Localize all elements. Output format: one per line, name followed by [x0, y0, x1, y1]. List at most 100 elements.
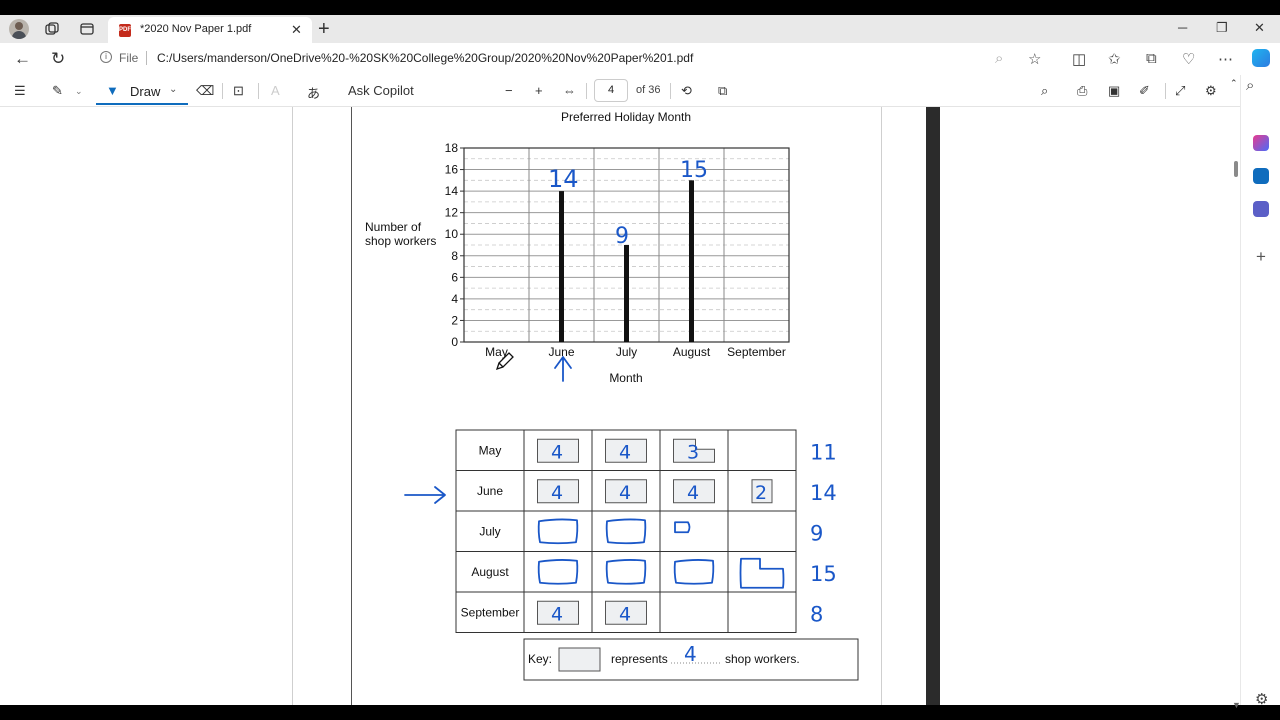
close-tab-icon[interactable]: ✕	[291, 22, 302, 38]
contents-icon[interactable]: ☰	[14, 83, 26, 99]
sidebar-search-icon[interactable]: ⌕	[1246, 77, 1254, 94]
tab-actions-icon[interactable]	[79, 21, 95, 37]
favorites-icon[interactable]: ✩	[1108, 50, 1121, 68]
symbol-value: 4	[551, 603, 563, 625]
highlight-chevron-icon[interactable]: ⌄	[75, 86, 83, 97]
url-divider	[146, 51, 147, 65]
drawn-symbol	[537, 559, 579, 585]
symbol-value: 4	[687, 482, 699, 504]
copilot-icon[interactable]	[1252, 49, 1270, 67]
table-row: September 4 4 8	[461, 600, 823, 626]
fit-to-width-icon[interactable]: ⇔	[563, 83, 576, 98]
zoom-out-button[interactable]: −	[505, 83, 513, 98]
x-tick-label: June	[548, 345, 574, 359]
find-icon[interactable]: ⌕	[1041, 83, 1048, 99]
row-total: 11	[810, 440, 837, 464]
eraser-icon[interactable]: ⌫	[196, 83, 214, 99]
save-icon[interactable]: ▣	[1108, 83, 1120, 99]
tab-pdf[interactable]: PDF *2020 Nov Paper 1.pdf ✕	[108, 17, 312, 43]
drawn-symbol	[739, 557, 785, 589]
symbol-value: 4	[619, 441, 631, 463]
split-screen-icon[interactable]: ◫	[1072, 50, 1086, 68]
chevron-down-icon[interactable]: ⌄	[169, 84, 177, 95]
teams-icon[interactable]	[1253, 201, 1269, 217]
x-tick-label: August	[673, 345, 711, 359]
divider	[222, 83, 223, 99]
rotate-icon[interactable]: ⟲	[681, 83, 692, 99]
bar-august	[689, 180, 694, 342]
chart-title: Preferred Holiday Month	[561, 110, 691, 124]
more-menu-icon[interactable]: ⋯	[1218, 50, 1233, 68]
page-view-icon[interactable]: ⧉	[718, 83, 727, 99]
print-icon[interactable]: ⎙	[1077, 83, 1087, 99]
month-label: August	[471, 565, 509, 579]
close-window-button[interactable]: ✕	[1254, 20, 1265, 36]
browser-window: PDF *2020 Nov Paper 1.pdf ✕ + ─ ❐ ✕ ← ↻ …	[0, 15, 1280, 710]
symbol-value: 4	[551, 482, 563, 504]
back-button[interactable]: ←	[14, 49, 31, 69]
y-axis-label-line2: shop workers	[365, 234, 436, 248]
sidebar-settings-icon[interactable]: ⚙	[1255, 690, 1268, 708]
table-row: July 9	[479, 518, 823, 545]
settings-icon[interactable]: ⚙	[1205, 83, 1217, 99]
add-sidebar-app-icon[interactable]: +	[1256, 247, 1266, 267]
browser-essentials-icon[interactable]: ♡	[1182, 50, 1195, 68]
save-as-icon[interactable]: ✐	[1139, 83, 1150, 99]
avatar[interactable]	[9, 19, 29, 39]
y-tick-label: 6	[451, 270, 458, 284]
y-tick-label: 18	[445, 141, 459, 155]
key-unit: shop workers.	[725, 652, 800, 666]
symbol-value: 2	[755, 482, 767, 504]
scrollbar-thumb[interactable]	[1234, 161, 1238, 177]
url-input[interactable]: C:/Users/manderson/OneDrive%20-%20SK%20C…	[157, 51, 693, 65]
ask-copilot-button[interactable]: Ask Copilot	[348, 83, 414, 98]
bar-chart: Preferred Holiday Month Number of shop w…	[365, 110, 790, 385]
symbol-value: 4	[619, 603, 631, 625]
collections-icon[interactable]: ⧉	[1146, 50, 1157, 67]
key-value: 4	[684, 642, 697, 666]
drawn-symbol	[605, 518, 647, 545]
draw-button[interactable]: ▼ Draw ⌄	[96, 78, 188, 105]
translate-icon[interactable]: あ	[307, 83, 320, 102]
text-box-icon[interactable]: ⊡	[233, 83, 244, 99]
y-axis-ticks: 0 2 4 6 8 10 12 14 16 18	[445, 141, 464, 349]
highlight-icon[interactable]: ✎	[52, 83, 63, 99]
y-tick-label: 14	[445, 184, 459, 198]
collapse-toolbar-icon[interactable]: ⌃	[1230, 78, 1238, 89]
document-viewer: Preferred Holiday Month Number of shop w…	[0, 107, 1240, 705]
annotation-august: 15	[680, 158, 708, 183]
zoom-in-button[interactable]: +	[535, 83, 543, 98]
key-label: Key:	[528, 652, 552, 666]
drawn-symbol	[537, 518, 579, 545]
divider	[670, 83, 671, 99]
info-icon[interactable]: i	[100, 51, 112, 63]
x-axis-ticks: May June July August September	[485, 345, 786, 359]
scroll-down-icon[interactable]: ▼	[1232, 700, 1241, 710]
new-tab-button[interactable]: +	[318, 18, 330, 41]
bar-june	[559, 191, 564, 342]
copilot-sidebar-icon[interactable]	[1253, 135, 1269, 151]
y-tick-label: 10	[445, 227, 459, 241]
month-label: September	[461, 605, 520, 619]
refresh-button[interactable]: ↻	[51, 49, 65, 69]
restore-button[interactable]: ❐	[1216, 20, 1228, 36]
address-bar: ← ↻ i File C:/Users/manderson/OneDrive%2…	[0, 43, 1280, 75]
minimize-button[interactable]: ─	[1178, 20, 1187, 35]
annotation-june: 14	[548, 165, 579, 193]
y-tick-label: 12	[445, 206, 459, 220]
outlook-icon[interactable]	[1253, 168, 1269, 184]
pictogram-table: May 4 4 3 11 June 4 4 4 2 14 July 9 August 15 September…	[404, 429, 859, 681]
workspaces-icon[interactable]	[44, 21, 60, 37]
divider	[586, 83, 587, 99]
pdf-toolbar: ☰ ✎ ⌄ ▼ Draw ⌄ ⌫ ⊡ A あ Ask Copilot − + ⇔…	[0, 75, 1240, 107]
favorite-star-icon[interactable]: ☆	[1028, 50, 1041, 68]
title-bar: PDF *2020 Nov Paper 1.pdf ✕ + ─ ❐ ✕	[0, 15, 1280, 43]
x-tick-label: September	[727, 345, 786, 359]
zoom-icon[interactable]: ⌕	[995, 50, 1003, 67]
row-total: 15	[810, 562, 837, 586]
fullscreen-icon[interactable]: ⤢	[1175, 83, 1185, 99]
key-symbol	[558, 647, 601, 672]
annotation-sidebar-bar	[926, 107, 940, 705]
page-number-input[interactable]: 4	[594, 79, 628, 102]
bars	[559, 180, 694, 342]
